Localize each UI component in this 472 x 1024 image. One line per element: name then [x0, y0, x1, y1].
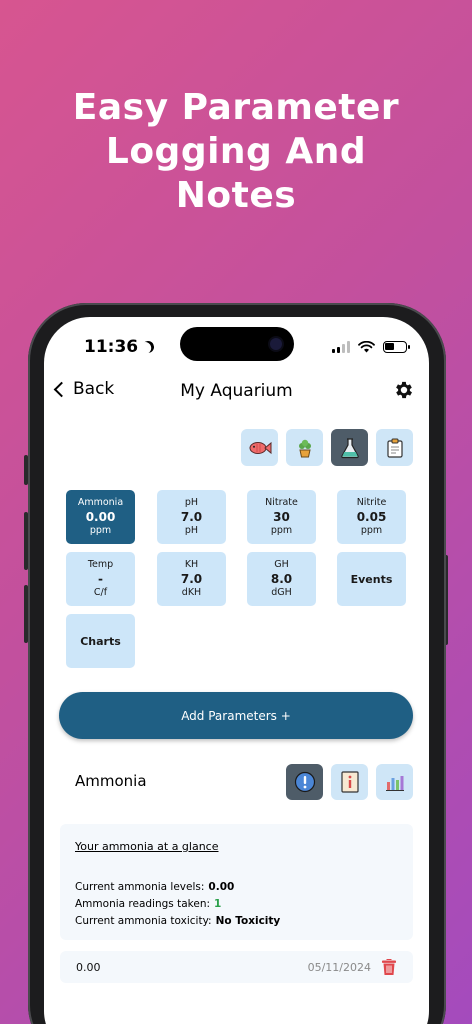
exclamation-icon [294, 771, 315, 793]
events-label: Events [350, 572, 393, 586]
levels-value: 0.00 [208, 881, 235, 893]
reading-entry[interactable]: 0.00 05/11/2024 [60, 951, 413, 983]
tile-unit: ppm [360, 525, 383, 536]
tile-unit: ppm [89, 525, 112, 536]
tile-label: Nitrite [356, 497, 387, 508]
tile-value: 0.00 [85, 510, 116, 524]
tile-ammonia[interactable]: Ammonia 0.00 ppm [66, 490, 135, 544]
tab-fish[interactable] [241, 429, 278, 466]
tile-value: - [98, 572, 103, 586]
levels-row: Current ammonia levels: 0.00 [75, 879, 398, 896]
readings-value: 1 [214, 898, 222, 910]
tile-value: 7.0 [180, 572, 203, 586]
toxicity-row: Current ammonia toxicity: No Toxicity [75, 913, 398, 930]
app-screen: 11:36 Back My Aquarium Ammonia 0.00 ppm … [44, 317, 429, 1024]
charts-button[interactable]: Charts [66, 614, 135, 668]
info-icon [340, 771, 359, 793]
glance-stats: Current ammonia levels: 0.00 Ammonia read… [75, 879, 398, 930]
tile-unit: ppm [270, 525, 293, 536]
entry-date: 05/11/2024 [307, 960, 371, 974]
tile-value: 7.0 [180, 510, 203, 524]
charts-label: Charts [80, 634, 121, 648]
tile-ph[interactable]: pH 7.0 pH [157, 490, 226, 544]
tile-kh[interactable]: KH 7.0 dKH [157, 552, 226, 606]
camera-icon [270, 338, 282, 350]
glance-card: Your ammonia at a glance Current ammonia… [60, 824, 413, 940]
tile-label: Nitrate [265, 497, 298, 508]
wifi-icon [358, 341, 375, 353]
clipboard-icon [386, 438, 403, 458]
section-view-tabs [286, 764, 413, 800]
tile-unit: pH [184, 525, 199, 536]
tile-label: GH [274, 559, 289, 570]
add-parameters-button[interactable]: Add Parameters + [59, 692, 413, 739]
tab-stats[interactable] [376, 764, 413, 800]
tile-value: 0.05 [356, 510, 387, 524]
events-button[interactable]: Events [337, 552, 406, 606]
signal-icon [332, 341, 350, 353]
toxicity-label: Current ammonia toxicity: [75, 915, 212, 927]
tile-unit: C/f [93, 587, 108, 598]
status-time: 11:36 [84, 337, 154, 357]
bar-chart-icon [385, 776, 404, 791]
glance-title: Your ammonia at a glance [75, 840, 219, 853]
readings-label: Ammonia readings taken: [75, 898, 211, 910]
trash-icon[interactable] [381, 958, 397, 976]
status-time-text: 11:36 [84, 337, 139, 357]
levels-label: Current ammonia levels: [75, 881, 205, 893]
gear-icon[interactable] [393, 379, 415, 401]
tile-unit: dGH [271, 587, 292, 598]
tile-nitrite[interactable]: Nitrite 0.05 ppm [337, 490, 406, 544]
tile-label: KH [184, 559, 199, 570]
entry-value: 0.00 [76, 960, 101, 974]
tile-label: Temp [87, 559, 114, 570]
tab-info[interactable] [331, 764, 368, 800]
tile-label: pH [184, 497, 199, 508]
tile-temp[interactable]: Temp - C/f [66, 552, 135, 606]
promo-headline: Easy Parameter Logging And Notes [72, 87, 400, 216]
tile-unit: dKH [181, 587, 202, 598]
dynamic-island [180, 327, 294, 361]
tab-notes[interactable] [376, 429, 413, 466]
tile-value: 8.0 [270, 572, 293, 586]
tile-nitrate[interactable]: Nitrate 30 ppm [247, 490, 316, 544]
section-tabs [241, 429, 413, 466]
plant-icon [298, 439, 311, 457]
tab-alerts[interactable] [286, 764, 323, 800]
page-title: My Aquarium [180, 381, 293, 401]
readings-row: Ammonia readings taken: 1 [75, 896, 398, 913]
battery-icon [383, 341, 410, 353]
tile-label: Ammonia [77, 497, 124, 508]
tile-value: 30 [273, 510, 290, 524]
status-icons [332, 341, 410, 353]
tab-plants[interactable] [286, 429, 323, 466]
toxicity-value: No Toxicity [215, 915, 281, 927]
moon-icon [140, 339, 155, 354]
flask-icon [340, 437, 359, 458]
tile-gh[interactable]: GH 8.0 dGH [247, 552, 316, 606]
section-title: Ammonia [75, 772, 147, 790]
fish-icon [249, 441, 271, 454]
tab-water-tests[interactable] [331, 429, 368, 466]
